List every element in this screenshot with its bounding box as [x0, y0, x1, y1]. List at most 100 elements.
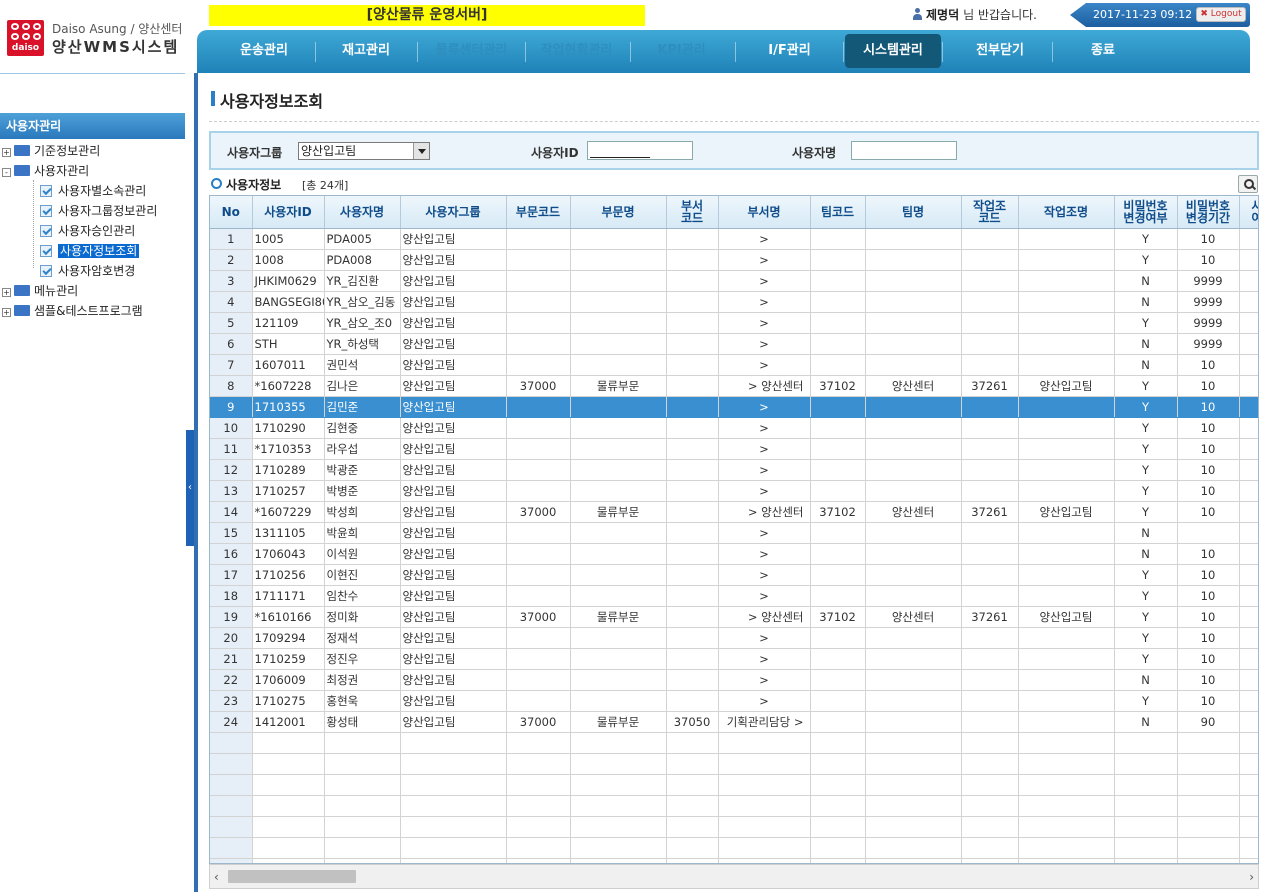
column-header[interactable]: 팀명 [865, 196, 962, 229]
column-header[interactable]: 사용자ID [252, 196, 325, 229]
nav-item-8[interactable]: 종료 [1053, 30, 1153, 73]
table-cell [1239, 732, 1258, 754]
scroll-right-icon[interactable]: › [1249, 870, 1254, 884]
scroll-thumb[interactable] [228, 870, 356, 883]
table-row[interactable]: 9 1710355 김민준 양산입고팀 > Y 10 [210, 396, 1258, 418]
nav-item-5[interactable]: I/F관리 [737, 30, 842, 73]
nav-item-7[interactable]: 전부닫기 [949, 30, 1051, 73]
table-cell [865, 564, 962, 586]
table-cell [810, 396, 866, 418]
table-row[interactable]: 21 1710259 정진우 양산입고팀 > Y 10 [210, 648, 1258, 670]
sidebar-item-0[interactable]: + 기준정보관리 [2, 142, 100, 160]
sidebar-item-2[interactable]: 사용자별소속관리 [40, 182, 146, 200]
expand-icon[interactable]: + [2, 288, 11, 297]
expand-icon[interactable]: + [2, 148, 11, 157]
sidebar-item-6[interactable]: 사용자암호변경 [40, 262, 135, 280]
nav-item-0[interactable]: 운송관리 [214, 30, 314, 73]
column-header[interactable]: 부서명 [718, 196, 811, 229]
table-cell [570, 648, 667, 670]
table-cell [961, 228, 1019, 250]
table-cell: 권민석 [324, 354, 401, 376]
sidebar-item-label: 사용자그룹정보관리 [58, 204, 158, 218]
sidebar-item-4[interactable]: 사용자승인관리 [40, 222, 135, 240]
sidebar-item-7[interactable]: + 메뉴관리 [2, 282, 78, 300]
table-cell [570, 753, 667, 775]
table-row[interactable]: 1 1005 PDA005 양산입고팀 > Y 10 [210, 228, 1258, 250]
sidebar-item-8[interactable]: + 샘플&테스트프로그램 [2, 302, 143, 320]
sidebar-item-1[interactable]: - 사용자관리 [2, 162, 89, 180]
column-header[interactable]: No [210, 196, 253, 229]
table-row[interactable]: 4 BANGSEGI80 YR_삼오_김동 양산입고팀 > N 9999 [210, 291, 1258, 313]
table-row[interactable]: 15 1311105 박윤희 양산입고팀 > N [210, 522, 1258, 544]
table-cell: 양산입고팀 [400, 375, 507, 397]
table-cell [666, 501, 719, 523]
table-row[interactable]: 2 1008 PDA008 양산입고팀 > Y 10 [210, 249, 1258, 271]
empty-row [210, 837, 1258, 859]
table-cell [1239, 522, 1258, 544]
table-row[interactable]: 8 *1607228 김나은 양산입고팀 37000 물류부문 > 양산센터 37102 양산센… [210, 375, 1258, 397]
sidebar-item-5[interactable]: 사용자정보조회 [40, 242, 140, 260]
chevron-down-icon[interactable] [413, 143, 429, 159]
table-row[interactable]: 11 *1710353 라우섭 양산입고팀 > Y 10 [210, 438, 1258, 460]
table-row[interactable]: 3 JHKIM0629 YR_김진환 양산입고팀 > N 9999 [210, 270, 1258, 292]
search-icon[interactable] [1238, 175, 1258, 193]
column-header[interactable]: 비밀번호 변경기간 [1177, 196, 1240, 229]
table-cell [1177, 753, 1240, 775]
table-row[interactable]: 16 1706043 이석원 양산입고팀 > N 10 [210, 543, 1258, 565]
table-cell: 10 [1177, 564, 1240, 586]
table-cell [210, 837, 253, 859]
nav-item-3[interactable]: 작업현황관리 [524, 30, 629, 73]
page-check-icon [40, 265, 52, 277]
expand-icon[interactable]: + [2, 308, 11, 317]
column-header[interactable]: 부문코드 [506, 196, 571, 229]
table-row[interactable]: 18 1711171 임찬수 양산입고팀 > Y 10 [210, 585, 1258, 607]
table-cell [961, 522, 1019, 544]
column-header[interactable]: 사용자명 [324, 196, 401, 229]
table-cell [1239, 690, 1258, 712]
column-header[interactable]: 팀코드 [810, 196, 866, 229]
sidebar-collapse-handle[interactable]: ‹ [186, 430, 194, 546]
table-cell [1018, 669, 1115, 691]
table-row[interactable]: 5 121109 YR_삼오_조0 양산입고팀 > Y 9999 [210, 312, 1258, 334]
table-row[interactable]: 24 1412001 황성태 양산입고팀 37000 물류부문 37050 기획관리담당 > N… [210, 711, 1258, 733]
table-row[interactable]: 7 1607011 권민석 양산입고팀 > N 10 [210, 354, 1258, 376]
table-row[interactable]: 10 1710290 김현중 양산입고팀 > Y 10 [210, 417, 1258, 439]
sidebar-item-3[interactable]: 사용자그룹정보관리 [40, 202, 157, 220]
nav-item-4[interactable]: KPI관리 [629, 30, 734, 73]
table-row[interactable]: 23 1710275 홍현욱 양산입고팀 > Y 10 [210, 690, 1258, 712]
table-cell [718, 732, 811, 754]
scroll-left-icon[interactable]: ‹ [214, 870, 219, 884]
user-id-input[interactable] [587, 141, 693, 160]
nav-item-1[interactable]: 재고관리 [316, 30, 416, 73]
column-header[interactable]: 사용 여부 [1239, 196, 1258, 229]
column-header[interactable]: 사용자그룹 [400, 196, 507, 229]
collapse-icon[interactable]: - [2, 168, 11, 177]
horizontal-scrollbar[interactable]: ‹ › [209, 864, 1259, 889]
table-row[interactable]: 22 1706009 최정권 양산입고팀 > N 10 [210, 669, 1258, 691]
table-row[interactable]: 20 1709294 정재석 양산입고팀 > Y 10 [210, 627, 1258, 649]
table-cell: BANGSEGI80 [252, 291, 325, 313]
table-cell: Y [1114, 501, 1178, 523]
table-row[interactable]: 13 1710257 박병준 양산입고팀 > Y 10 [210, 480, 1258, 502]
table-row[interactable]: 6 STH YR_하성택 양산입고팀 > N 9999 [210, 333, 1258, 355]
table-row[interactable]: 14 *1607229 박성희 양산입고팀 37000 물류부문 > 양산센터 37102 양산… [210, 501, 1258, 523]
column-header[interactable]: 작업조명 [1018, 196, 1115, 229]
nav-item-2[interactable]: 물류센터관리 [419, 30, 524, 73]
column-header[interactable]: 작업조 코드 [961, 196, 1019, 229]
table-row[interactable]: 19 *1610166 정미화 양산입고팀 37000 물류부문 > 양산센터 37102 양산… [210, 606, 1258, 628]
user-group-select[interactable]: 양산입고팀 [298, 142, 430, 160]
table-cell [666, 753, 719, 775]
table-row[interactable]: 17 1710256 이현진 양산입고팀 > Y 10 [210, 564, 1258, 586]
table-cell [506, 564, 571, 586]
column-header[interactable]: 비밀번호 변경여부 [1114, 196, 1178, 229]
user-name-input[interactable] [851, 141, 957, 160]
table-cell [1018, 459, 1115, 481]
table-cell: 양산입고팀 [400, 585, 507, 607]
table-row[interactable]: 12 1710289 박광준 양산입고팀 > Y 10 [210, 459, 1258, 481]
logout-button[interactable]: ✖ Logout [1196, 7, 1246, 22]
nav-item-6[interactable]: 시스템관리 [845, 34, 941, 68]
table-cell: 10 [1177, 543, 1240, 565]
column-header[interactable]: 부문명 [570, 196, 667, 229]
column-header[interactable]: 부서 코드 [666, 196, 719, 229]
table-cell: > [718, 669, 811, 691]
